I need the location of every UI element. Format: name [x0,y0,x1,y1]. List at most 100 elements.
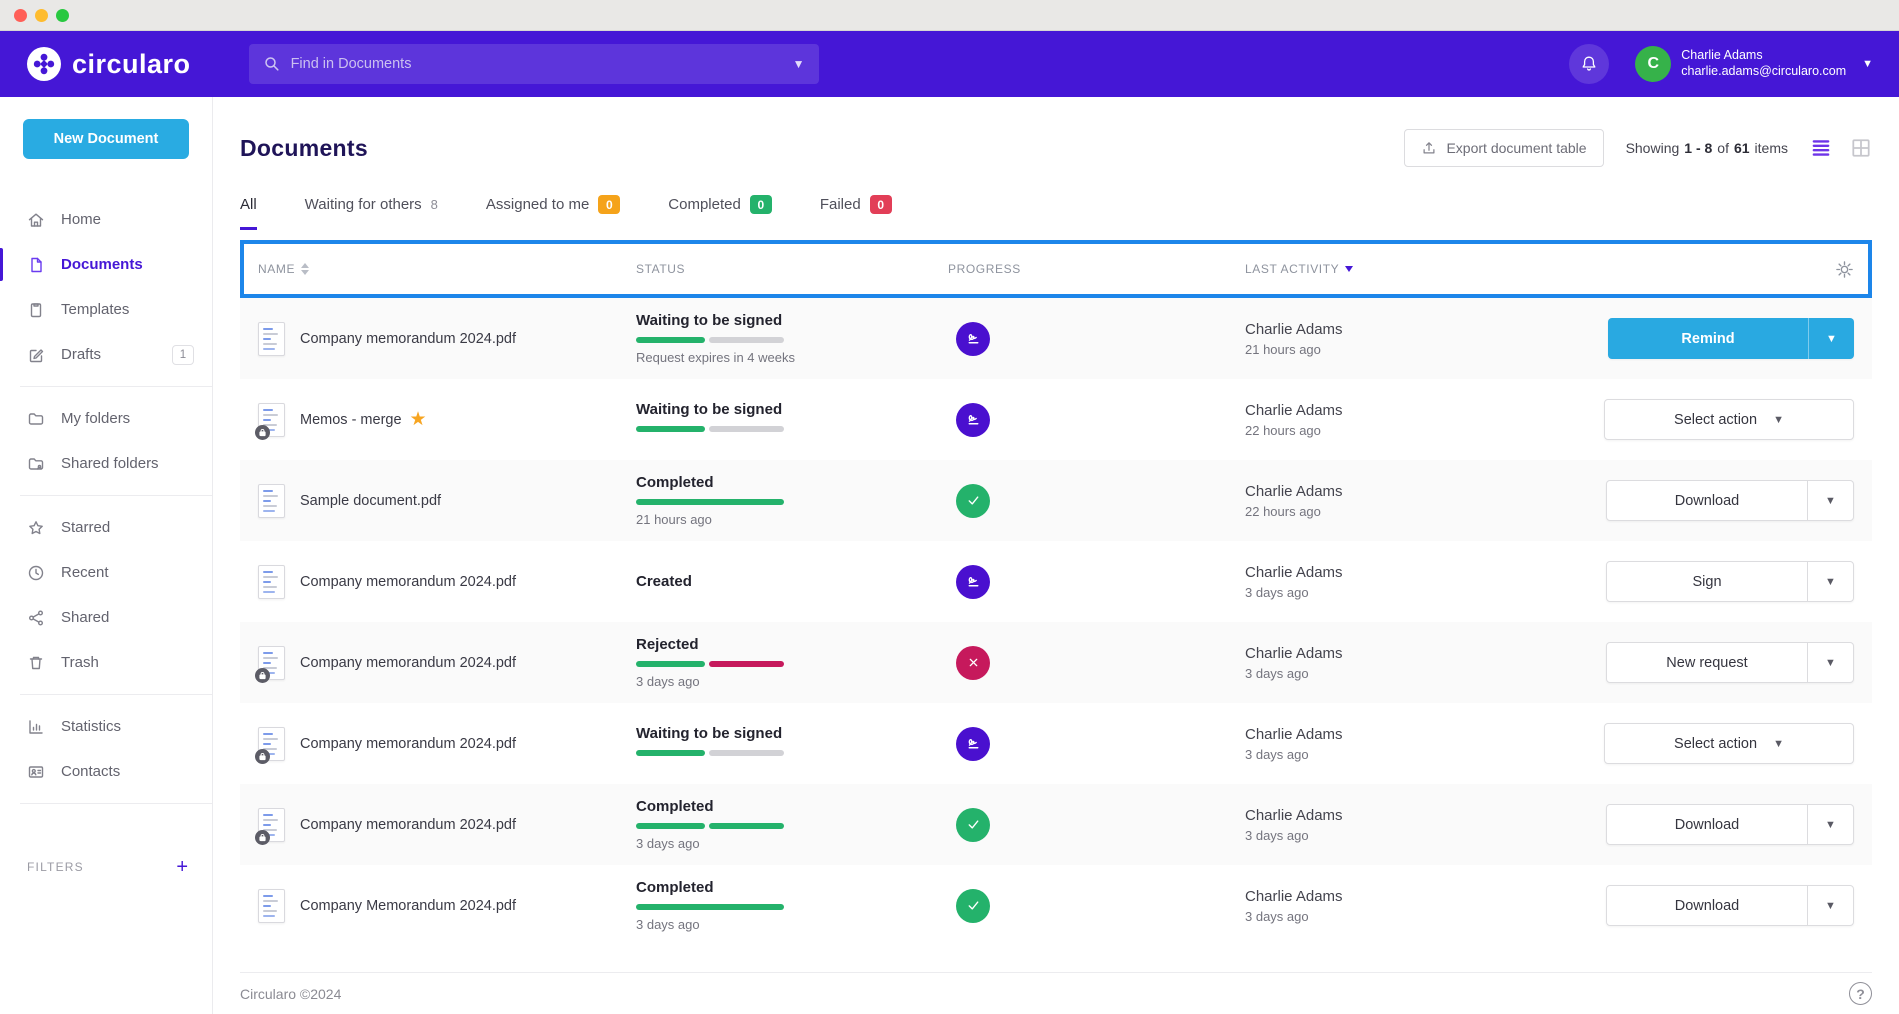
add-filter-button[interactable]: + [176,857,188,877]
page-title: Documents [240,135,368,162]
star-icon [27,519,45,537]
document-name[interactable]: Company memorandum 2024.pdf [300,331,516,347]
minimize-window-button[interactable] [35,9,48,22]
status-subtext: 3 days ago [636,674,948,689]
zoom-window-button[interactable] [56,9,69,22]
select-action-button[interactable]: Select action▼ [1605,724,1853,763]
shared-folder-icon [27,455,45,473]
status-label: Waiting to be signed [636,312,948,329]
sort-desc-icon[interactable] [1345,266,1353,272]
notifications-button[interactable] [1569,44,1609,84]
table-settings-button[interactable] [1835,260,1854,279]
document-name[interactable]: Memos - merge [300,412,402,428]
document-name[interactable]: Company memorandum 2024.pdf [300,736,516,752]
sidebar-item-shared-folders[interactable]: Shared folders [0,441,212,486]
sidebar-item-starred[interactable]: Starred [0,505,212,550]
tab-assigned-to-me[interactable]: Assigned to me 0 [486,195,620,230]
new-document-button[interactable]: New Document [23,119,189,159]
sort-icon[interactable] [301,263,309,275]
document-file-icon [258,322,285,356]
document-name[interactable]: Sample document.pdf [300,493,441,509]
last-activity-user: Charlie Adams [1245,564,1604,581]
signature-status-icon[interactable] [956,322,990,356]
sidebar-item-recent[interactable]: Recent [0,550,212,595]
action-dropdown-caret[interactable]: ▼ [1807,481,1853,520]
divider [20,803,212,804]
user-email: charlie.adams@circularo.com [1681,64,1846,80]
document-name[interactable]: Company memorandum 2024.pdf [300,574,516,590]
sidebar-item-label: Statistics [61,718,121,735]
brand-logo[interactable]: circularo [26,46,191,82]
download-button[interactable]: Download [1607,481,1807,520]
signature-status-icon[interactable] [956,727,990,761]
column-header-progress[interactable]: PROGRESS [948,262,1245,276]
action-dropdown-caret[interactable]: ▼ [1807,643,1853,682]
app-header: circularo ▼ C Charlie Adams charlie.adam… [0,31,1899,97]
search-input[interactable] [291,56,783,72]
check-status-icon[interactable] [956,889,990,923]
sidebar-item-contacts[interactable]: Contacts [0,749,212,794]
column-header-name[interactable]: NAME [258,262,636,276]
tab-completed[interactable]: Completed 0 [668,195,772,230]
sidebar-item-drafts[interactable]: Drafts1 [0,332,212,377]
new-request-button[interactable]: New request [1607,643,1807,682]
sidebar-item-statistics[interactable]: Statistics [0,704,212,749]
grid-view-icon[interactable] [1850,137,1872,159]
last-activity-user: Charlie Adams [1245,726,1604,743]
download-button[interactable]: Download [1607,886,1807,925]
sidebar-item-trash[interactable]: Trash [0,640,212,685]
stats-icon [27,718,45,736]
user-menu[interactable]: C Charlie Adams charlie.adams@circularo.… [1635,46,1873,82]
document-file-icon [258,646,285,680]
download-button[interactable]: Download [1607,805,1807,844]
home-icon [27,211,45,229]
table-row: Company memorandum 2024.pdfCompleted3 da… [240,784,1872,865]
action-dropdown-caret[interactable]: ▼ [1808,318,1854,359]
tab-all[interactable]: All [240,195,257,230]
document-name[interactable]: Company memorandum 2024.pdf [300,655,516,671]
last-activity-time: 22 hours ago [1245,423,1604,438]
action-dropdown-caret[interactable]: ▼ [1807,805,1853,844]
global-search[interactable]: ▼ [249,44,819,84]
help-button[interactable]: ? [1849,982,1872,1005]
document-rows: Company memorandum 2024.pdf Waiting to be… [240,298,1872,946]
window-titlebar [0,0,1899,31]
sidebar-item-shared[interactable]: Shared [0,595,212,640]
table-row: Company Memorandum 2024.pdfCompleted3 da… [240,865,1872,946]
cross-status-icon[interactable] [956,646,990,680]
tab-count: 8 [431,197,438,212]
user-name: Charlie Adams [1681,48,1846,64]
sidebar-item-home[interactable]: Home [0,197,212,242]
last-activity-time: 21 hours ago [1245,342,1604,357]
search-scope-caret-icon[interactable]: ▼ [783,57,805,71]
table-row: Company memorandum 2024.pdfRejected3 day… [240,622,1872,703]
column-header-status[interactable]: STATUS [636,262,948,276]
star-icon[interactable]: ★ [410,408,427,431]
tab-failed[interactable]: Failed 0 [820,195,892,230]
tab-waiting-for-others[interactable]: Waiting for others 8 [305,195,438,230]
remind-button[interactable]: Remind [1608,318,1808,359]
signature-status-icon[interactable] [956,565,990,599]
check-status-icon[interactable] [956,484,990,518]
action-dropdown-caret[interactable]: ▼ [1807,562,1853,601]
select-action-button[interactable]: Select action▼ [1605,400,1853,439]
action-dropdown-caret: ▼ [1773,414,1784,426]
last-activity-time: 3 days ago [1245,747,1604,762]
sign-button[interactable]: Sign [1607,562,1807,601]
signature-status-icon[interactable] [956,403,990,437]
sidebar-item-my-folders[interactable]: My folders [0,396,212,441]
action-dropdown-caret[interactable]: ▼ [1807,886,1853,925]
check-status-icon[interactable] [956,808,990,842]
document-name[interactable]: Company Memorandum 2024.pdf [300,898,516,914]
status-subtext: 3 days ago [636,836,948,851]
document-file-icon [258,565,285,599]
sidebar-item-templates[interactable]: Templates [0,287,212,332]
sidebar-item-documents[interactable]: Documents [0,242,212,287]
list-view-icon[interactable] [1810,137,1832,159]
close-window-button[interactable] [14,9,27,22]
export-document-table-button[interactable]: Export document table [1404,129,1603,167]
document-name[interactable]: Company memorandum 2024.pdf [300,817,516,833]
column-header-last-activity[interactable]: LAST ACTIVITY [1245,262,1835,276]
sidebar-nav: HomeDocumentsTemplatesDrafts1My foldersS… [0,197,212,794]
status-label: Waiting to be signed [636,401,948,418]
